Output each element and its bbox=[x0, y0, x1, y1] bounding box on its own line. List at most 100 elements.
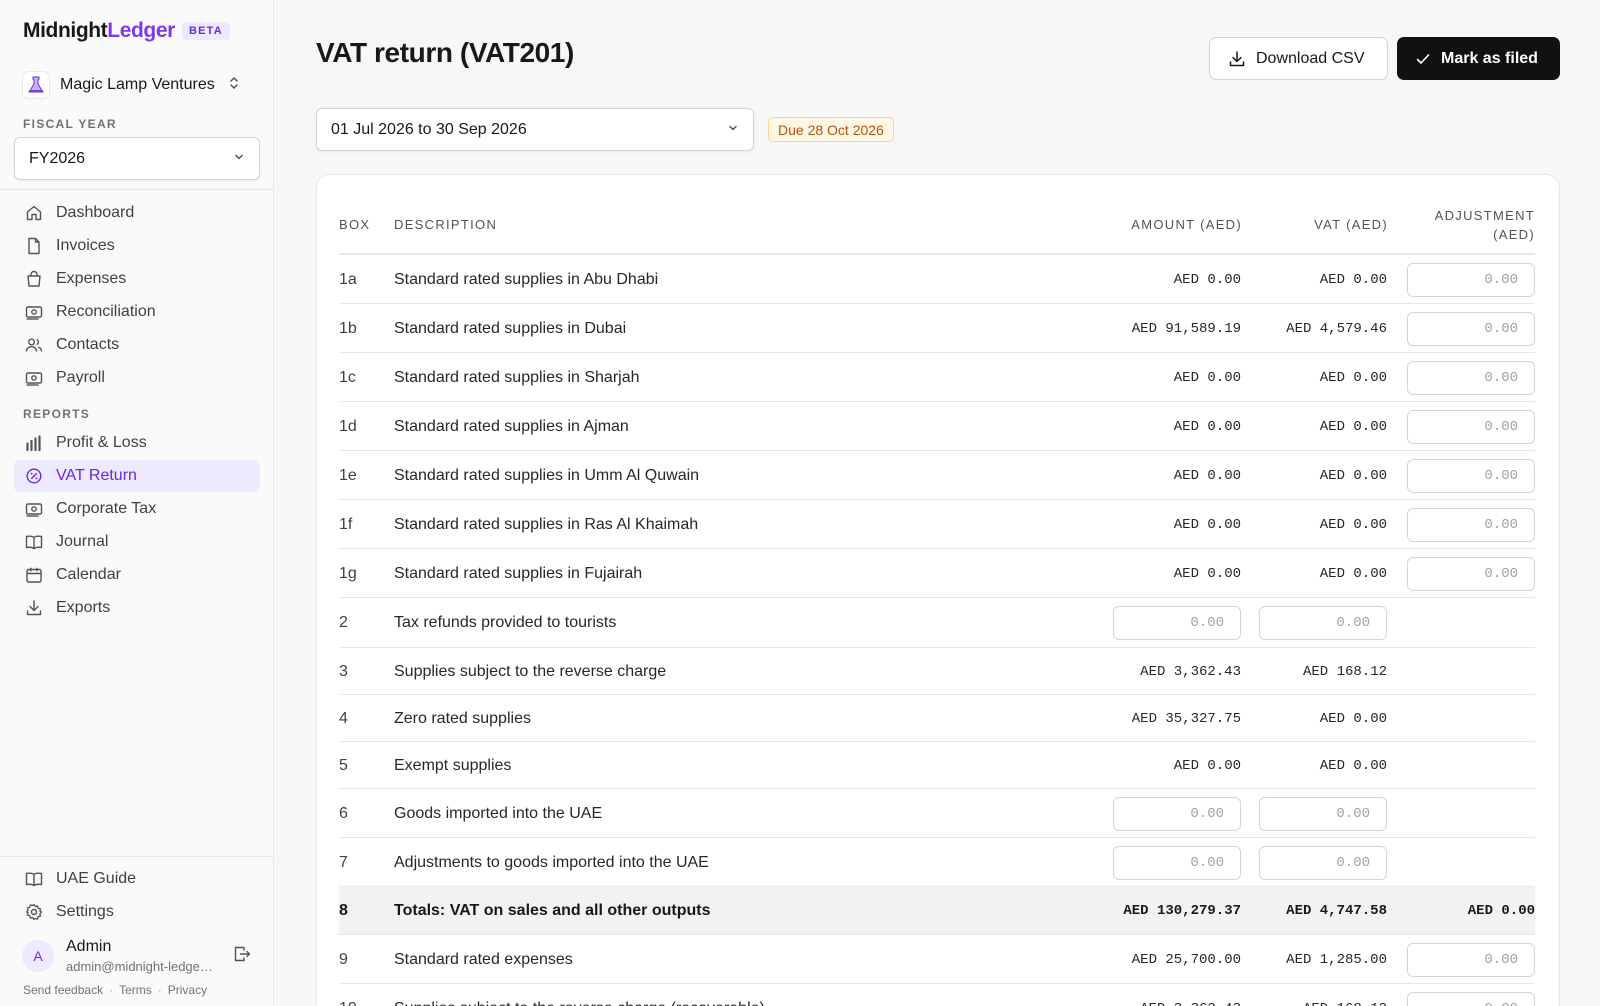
logo-text-ledger: Ledger bbox=[107, 19, 175, 42]
box-number: 8 bbox=[339, 902, 348, 919]
fiscal-year-value: FY2026 bbox=[29, 149, 86, 167]
adjustment-input[interactable] bbox=[1407, 312, 1535, 346]
amount-value: AED 0.00 bbox=[1173, 419, 1241, 435]
home-icon bbox=[24, 203, 44, 223]
adjustment-input[interactable] bbox=[1407, 508, 1535, 542]
separator-dot: · bbox=[157, 983, 162, 997]
row-description: Totals: VAT on sales and all other outpu… bbox=[394, 902, 711, 919]
sidebar-item-label: Corporate Tax bbox=[56, 500, 157, 517]
mark-as-filed-label: Mark as filed bbox=[1441, 49, 1538, 67]
sidebar-item-payroll[interactable]: Payroll bbox=[14, 362, 260, 394]
sidebar-item-vat-return[interactable]: VAT Return bbox=[14, 460, 260, 492]
vat-value: AED 0.00 bbox=[1319, 517, 1387, 533]
user-profile[interactable]: A Admin admin@midnight-ledger.ae bbox=[22, 938, 262, 978]
table-row: 1d Standard rated supplies in Ajman AED 0.… bbox=[339, 402, 1535, 451]
period-select[interactable]: 01 Jul 2026 to 30 Sep 2026 bbox=[316, 108, 754, 151]
sidebar-item-label: Settings bbox=[56, 903, 114, 920]
amount-input[interactable] bbox=[1113, 797, 1241, 831]
amount-input[interactable] bbox=[1113, 846, 1241, 880]
banknote-icon bbox=[24, 302, 44, 322]
company-switcher[interactable]: Magic Lamp Ventures bbox=[22, 70, 252, 100]
vat-value: AED 0.00 bbox=[1319, 468, 1387, 484]
box-number: 4 bbox=[339, 710, 348, 727]
sidebar-item-label: Expenses bbox=[56, 270, 127, 287]
sidebar-divider bbox=[0, 856, 273, 857]
adjustment-value: AED 0.00 bbox=[1467, 903, 1535, 919]
adjustment-input[interactable] bbox=[1407, 943, 1535, 977]
adjustment-input[interactable] bbox=[1407, 992, 1535, 1006]
app-logo[interactable]: MidnightLedger bbox=[23, 19, 175, 43]
logout-icon[interactable] bbox=[232, 944, 252, 969]
vat-value: AED 0.00 bbox=[1319, 566, 1387, 582]
row-description: Standard rated supplies in Abu Dhabi bbox=[394, 271, 659, 288]
separator-dot: · bbox=[109, 983, 114, 997]
sidebar-item-label: Payroll bbox=[56, 369, 105, 386]
table-row: 1e Standard rated supplies in Umm Al Quwa… bbox=[339, 451, 1535, 500]
row-description: Standard rated supplies in Ajman bbox=[394, 418, 629, 435]
table-row: 1a Standard rated supplies in Abu Dhabi AE… bbox=[339, 255, 1535, 304]
sidebar-item-profit-loss[interactable]: Profit & Loss bbox=[14, 427, 260, 459]
table-row: 1b Standard rated supplies in Dubai AED 91… bbox=[339, 304, 1535, 353]
sidebar-item-label: Invoices bbox=[56, 237, 115, 254]
sidebar-item-label: Dashboard bbox=[56, 204, 135, 221]
vat-input[interactable] bbox=[1259, 797, 1387, 831]
bar-chart-icon bbox=[24, 433, 44, 453]
box-number: 9 bbox=[339, 951, 348, 968]
amount-input[interactable] bbox=[1113, 606, 1241, 640]
user-name: Admin bbox=[66, 938, 112, 955]
table-row: 4 Zero rated supplies AED 35,327.75 AED 0.0… bbox=[339, 695, 1535, 742]
adjustment-input[interactable] bbox=[1407, 361, 1535, 395]
box-number: 1a bbox=[339, 271, 357, 288]
vat-value: AED 168.12 bbox=[1302, 664, 1387, 680]
fiscal-year-select[interactable]: FY2026 bbox=[14, 137, 260, 180]
amount-value: AED 0.00 bbox=[1173, 468, 1241, 484]
sidebar-item-corporate-tax[interactable]: Corporate Tax bbox=[14, 493, 260, 525]
download-csv-button[interactable]: Download CSV bbox=[1209, 37, 1388, 80]
vat-value: AED 168.12 bbox=[1303, 1001, 1387, 1006]
sidebar-item-exports[interactable]: Exports bbox=[14, 592, 260, 624]
row-description: Standard rated supplies in Fujairah bbox=[394, 565, 643, 582]
sidebar-item-label: Reconciliation bbox=[56, 303, 156, 320]
row-description: Zero rated supplies bbox=[394, 710, 531, 727]
table-row: 1c Standard rated supplies in Sharjah AED … bbox=[339, 353, 1535, 402]
adjustment-input[interactable] bbox=[1407, 557, 1535, 591]
mark-as-filed-button[interactable]: Mark as filed bbox=[1397, 37, 1560, 80]
sidebar-item-dashboard[interactable]: Dashboard bbox=[14, 197, 260, 229]
adjustment-input[interactable] bbox=[1407, 263, 1535, 297]
privacy-link[interactable]: Privacy bbox=[168, 983, 207, 997]
chevron-up-down-icon bbox=[228, 75, 240, 96]
table-row: 6 Goods imported into the UAE bbox=[339, 789, 1535, 838]
logo-text-midnight: Midnight bbox=[23, 19, 108, 42]
sidebar-item-invoices[interactable]: Invoices bbox=[14, 230, 260, 262]
table-row: 7 Adjustments to goods imported into the … bbox=[339, 838, 1535, 887]
company-name: Magic Lamp Ventures bbox=[60, 76, 215, 93]
vat-input[interactable] bbox=[1259, 846, 1387, 880]
vat-value: AED 0.00 bbox=[1319, 370, 1387, 386]
box-number: 1d bbox=[339, 418, 357, 435]
banknote-icon bbox=[24, 499, 44, 519]
amount-value: AED 3,362.43 bbox=[1140, 664, 1241, 680]
sidebar-item-uae-guide[interactable]: UAE Guide bbox=[14, 863, 260, 895]
terms-link[interactable]: Terms bbox=[119, 983, 152, 997]
sidebar-item-label: VAT Return bbox=[56, 467, 137, 484]
send-feedback-link[interactable]: Send feedback bbox=[23, 983, 103, 997]
amount-value: AED 0.00 bbox=[1173, 272, 1241, 288]
sidebar-item-reconciliation[interactable]: Reconciliation bbox=[14, 296, 260, 328]
box-number: 6 bbox=[339, 805, 348, 822]
adjustment-input[interactable] bbox=[1407, 410, 1535, 444]
amount-value: AED 3,362.43 bbox=[1140, 1001, 1241, 1006]
sidebar-item-contacts[interactable]: Contacts bbox=[14, 329, 260, 361]
shopping-bag-icon bbox=[24, 269, 44, 289]
row-description: Standard rated supplies in Dubai bbox=[394, 320, 627, 337]
sidebar-item-calendar[interactable]: Calendar bbox=[14, 559, 260, 591]
amount-value: AED 130,279.37 bbox=[1123, 903, 1241, 919]
table-row: 2 Tax refunds provided to tourists bbox=[339, 598, 1535, 648]
vat-input[interactable] bbox=[1259, 606, 1387, 640]
adjustment-input[interactable] bbox=[1407, 459, 1535, 493]
sidebar-item-expenses[interactable]: Expenses bbox=[14, 263, 260, 295]
calendar-icon bbox=[24, 565, 44, 585]
sidebar-item-settings[interactable]: Settings bbox=[14, 896, 260, 928]
column-header-description: DESCRIPTION bbox=[394, 217, 498, 232]
sidebar-item-journal[interactable]: Journal bbox=[14, 526, 260, 558]
table-row: 3 Supplies subject to the reverse charge A… bbox=[339, 648, 1535, 695]
